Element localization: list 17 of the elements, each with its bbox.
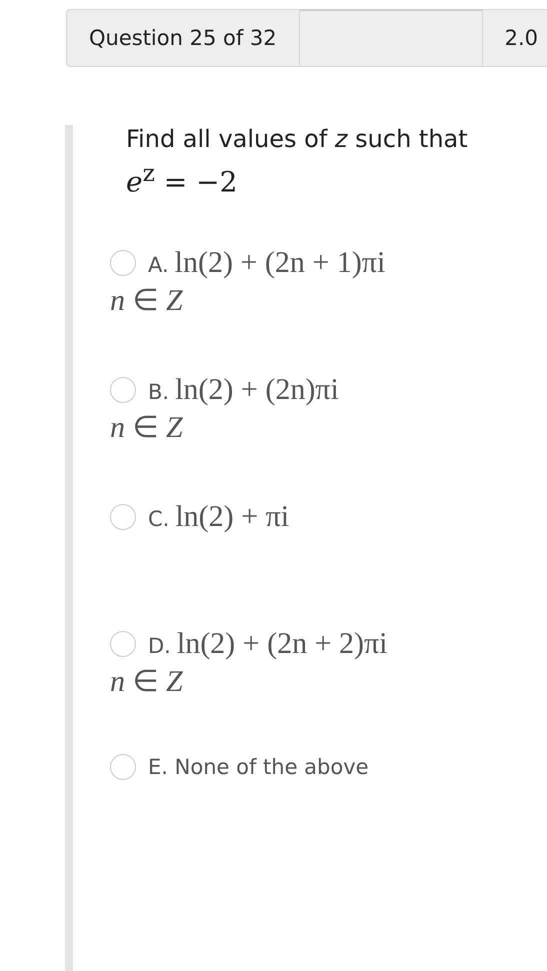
equation: e$^{z}$ = −2: [126, 159, 238, 198]
radio-button[interactable]: [110, 631, 136, 658]
option-condition: n ∈ Z: [110, 283, 184, 318]
radio-button[interactable]: [110, 377, 136, 404]
option-label: D. ln(2) + (2n + 2)πi: [148, 627, 388, 662]
option-label: C. ln(2) + πi: [148, 500, 290, 534]
radio-button[interactable]: [110, 754, 136, 780]
radio-button[interactable]: [110, 504, 136, 530]
option-label: A. ln(2) + (2n + 1)πi: [148, 246, 386, 280]
option-condition: n ∈ Z: [110, 664, 184, 700]
option-label: E. None of the above: [148, 755, 369, 780]
points-value: 2.0: [482, 9, 547, 67]
radio-button[interactable]: [110, 250, 136, 276]
option-condition: n ∈ Z: [110, 410, 184, 446]
question-counter: Question 25 of 32: [66, 9, 300, 67]
option-label: B. ln(2) + (2n)πi: [148, 373, 339, 408]
question-text: Find all values of z such that: [126, 125, 469, 153]
